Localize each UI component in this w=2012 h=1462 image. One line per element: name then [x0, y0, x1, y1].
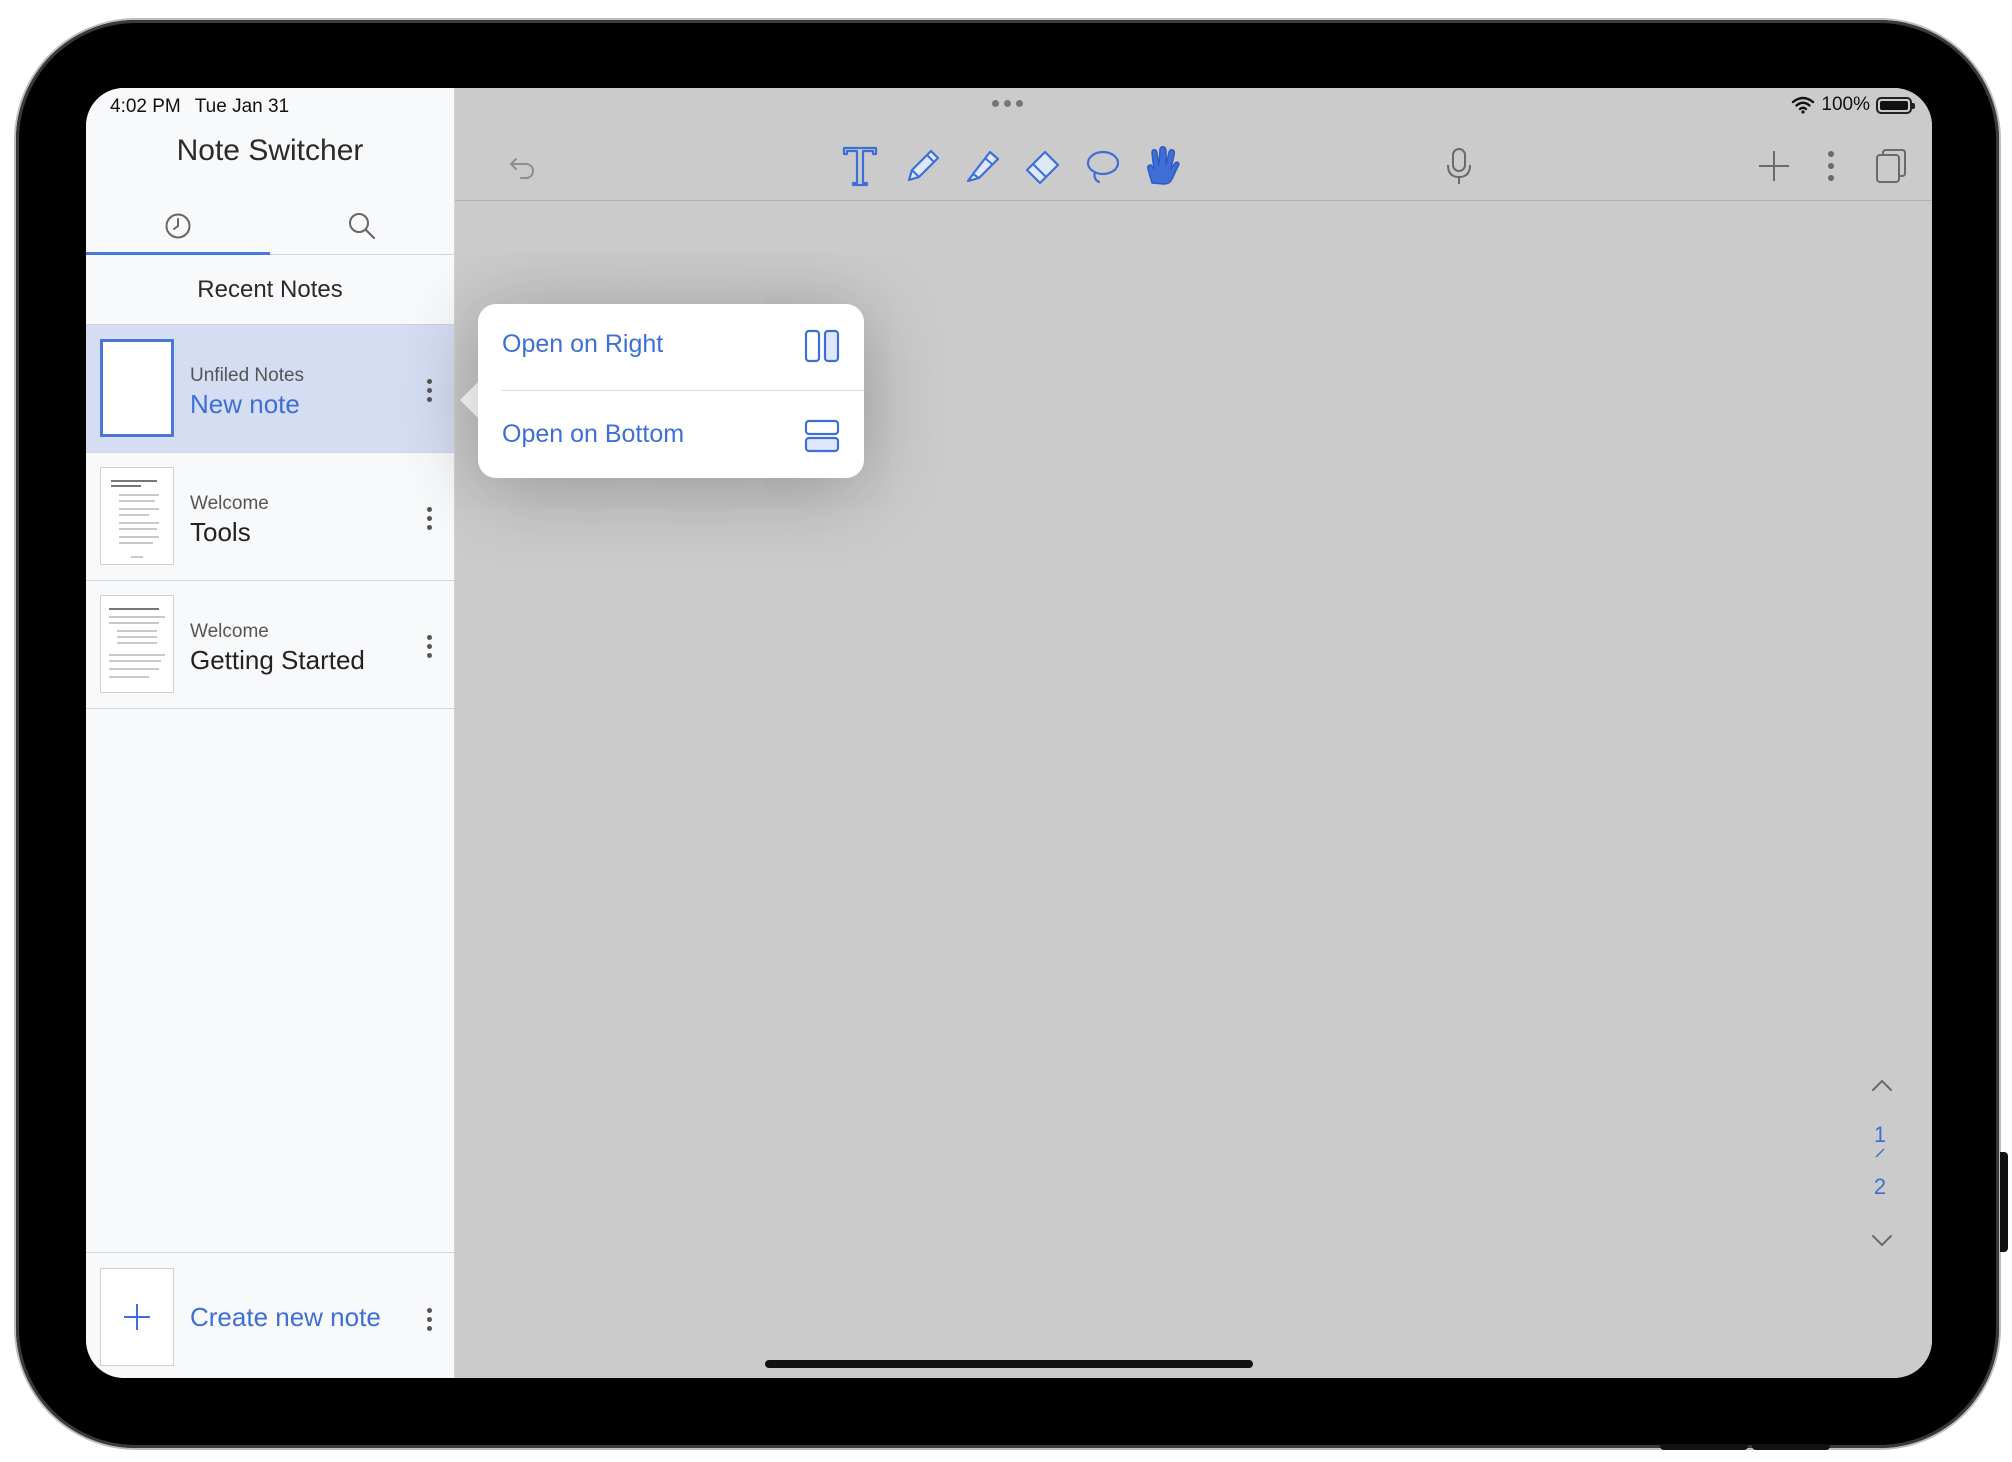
note-title: Tools — [190, 517, 251, 547]
split-horizontal-icon — [804, 418, 840, 459]
note-thumbnail — [100, 595, 174, 693]
note-row-new-note[interactable]: Unfiled Notes New note — [86, 325, 454, 453]
more-icon[interactable] — [426, 635, 432, 658]
open-note-popover: Open on Right Open on Bottom — [478, 304, 864, 478]
note-folder: Unfiled Notes — [190, 365, 305, 386]
pen-icon — [907, 149, 940, 182]
open-on-bottom-option[interactable]: Open on Bottom — [478, 394, 864, 480]
popover-arrow — [460, 380, 480, 420]
more-icon — [1828, 151, 1834, 181]
sidebar-title: Note Switcher — [176, 134, 364, 167]
battery-icon — [1876, 96, 1915, 114]
status-right: 100% — [1791, 94, 1915, 116]
text-tool-icon — [842, 146, 878, 187]
undo-icon — [510, 158, 534, 179]
status-time: 4:02 PM Tue Jan 31 — [110, 96, 290, 117]
chevron-up-icon — [1872, 1079, 1892, 1091]
note-row-getting-started[interactable]: Welcome Getting Started — [86, 581, 454, 709]
wifi-icon — [1792, 96, 1815, 114]
open-on-right-option[interactable]: Open on Right — [478, 304, 864, 390]
clock-icon — [165, 213, 191, 239]
page-up-button[interactable] — [1871, 1078, 1893, 1097]
power-button — [2000, 1152, 2008, 1252]
note-row-tools[interactable]: Welcome Tools — [86, 453, 454, 581]
note-thumbnail — [100, 467, 174, 565]
create-note-thumb-button[interactable] — [100, 1268, 174, 1366]
lasso-tool-button[interactable] — [1081, 144, 1125, 188]
status-date: Tue Jan 31 — [194, 96, 290, 117]
eraser-tool-button[interactable] — [1021, 144, 1065, 188]
plus-icon — [1759, 151, 1789, 181]
note-canvas-area: 100% 1 2 — [455, 88, 1932, 1378]
hand-tool-button[interactable] — [1140, 144, 1184, 188]
current-page: 1 — [1873, 1122, 1887, 1147]
option-label: Open on Bottom — [502, 420, 685, 448]
page-separator — [1865, 1146, 1895, 1164]
page-down-button[interactable] — [1871, 1234, 1893, 1253]
toolbar-divider — [455, 200, 1932, 201]
pages-button[interactable] — [1869, 144, 1913, 188]
eraser-icon — [1025, 150, 1060, 185]
pages-icon — [1876, 149, 1906, 183]
section-title: Recent Notes — [197, 276, 343, 303]
note-title: Getting Started — [190, 645, 365, 675]
split-vertical-icon — [804, 328, 840, 369]
note-title: New note — [190, 389, 300, 419]
more-icon[interactable] — [426, 507, 432, 530]
undo-button[interactable] — [501, 144, 545, 188]
microphone-button[interactable] — [1437, 144, 1481, 188]
add-button[interactable] — [1752, 144, 1796, 188]
plus-icon — [124, 1304, 150, 1330]
volume-up-button — [1660, 1444, 1748, 1450]
create-new-note-button[interactable]: Create new note — [190, 1302, 381, 1333]
note-switcher-sidebar: 4:02 PM Tue Jan 31 Note Switcher Recent N… — [86, 88, 455, 1378]
note-folder: Welcome — [190, 621, 269, 642]
highlighter-tool-button[interactable] — [961, 144, 1005, 188]
active-tab-indicator — [86, 252, 270, 255]
text-tool-button[interactable] — [838, 144, 882, 188]
pen-tool-button[interactable] — [901, 144, 945, 188]
multitasking-dots-icon[interactable] — [992, 100, 1023, 107]
highlighter-icon — [966, 150, 1000, 183]
tab-recent[interactable] — [86, 200, 270, 252]
chevron-down-icon — [1872, 1235, 1892, 1247]
more-icon[interactable] — [426, 1308, 432, 1331]
hand-icon — [1147, 146, 1180, 185]
create-divider — [86, 1252, 454, 1253]
more-button[interactable] — [1809, 144, 1853, 188]
note-thumbnail — [100, 339, 174, 437]
screen: 4:02 PM Tue Jan 31 Note Switcher Recent N… — [86, 88, 1932, 1378]
lasso-icon — [1086, 150, 1120, 184]
tab-search[interactable] — [270, 200, 454, 252]
note-folder: Welcome — [190, 493, 269, 514]
option-label: Open on Right — [502, 330, 664, 358]
home-indicator[interactable] — [765, 1360, 1253, 1368]
microphone-icon — [1447, 148, 1471, 184]
volume-down-button — [1752, 1444, 1830, 1450]
more-icon[interactable] — [426, 379, 432, 402]
popover-divider — [502, 390, 864, 391]
search-icon — [349, 213, 376, 240]
battery-percent: 100% — [1821, 94, 1870, 115]
total-pages: 2 — [1873, 1174, 1887, 1199]
